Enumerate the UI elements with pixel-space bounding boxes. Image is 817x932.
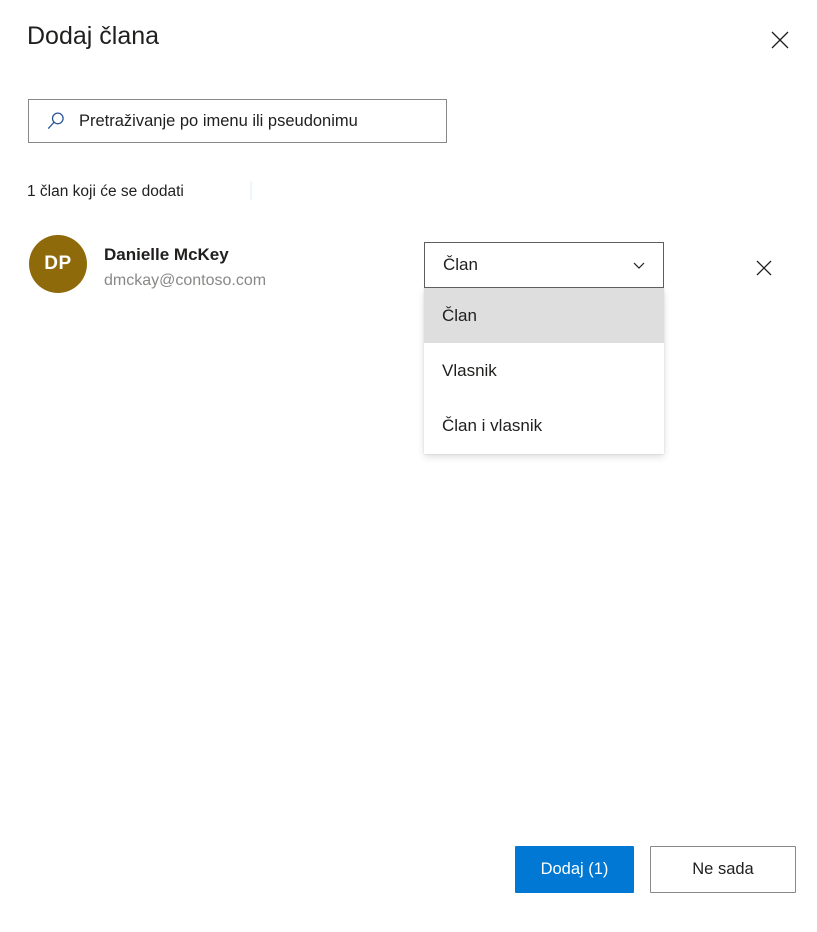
list-item: DP Danielle McKey dmckay@contoso.com — [0, 232, 817, 300]
role-selected-value: Član — [443, 255, 478, 274]
role-option-clan[interactable]: Član — [424, 288, 664, 343]
search-box[interactable] — [28, 99, 447, 143]
search-input[interactable] — [79, 100, 446, 142]
member-email: dmckay@contoso.com — [104, 272, 267, 289]
search-icon — [46, 111, 66, 131]
close-icon — [770, 30, 790, 50]
role-option-clan-i-vlasnik[interactable]: Član i vlasnik — [424, 398, 664, 453]
close-button[interactable] — [760, 20, 800, 60]
dialog-footer: Dodaj (1) Ne sada — [0, 840, 817, 932]
add-member-dialog: Dodaj člana 1 član koji će se dodati DP … — [0, 0, 817, 932]
role-dropdown-list: Član Vlasnik Član i vlasnik — [424, 288, 664, 454]
chevron-down-icon — [631, 257, 647, 273]
role-dropdown-combobox[interactable]: Član — [424, 242, 664, 288]
dialog-header: Dodaj člana — [0, 0, 817, 76]
members-to-add-count: 1 član koji će se dodati — [27, 183, 184, 200]
not-now-button[interactable]: Ne sada — [650, 846, 796, 893]
count-divider — [250, 181, 252, 200]
remove-member-button[interactable] — [745, 250, 783, 288]
page-title: Dodaj člana — [27, 22, 160, 50]
avatar: DP — [29, 235, 87, 293]
role-option-vlasnik[interactable]: Vlasnik — [424, 343, 664, 398]
close-icon — [755, 259, 773, 280]
add-button[interactable]: Dodaj (1) — [515, 846, 634, 893]
member-name: Danielle McKey — [104, 245, 229, 264]
